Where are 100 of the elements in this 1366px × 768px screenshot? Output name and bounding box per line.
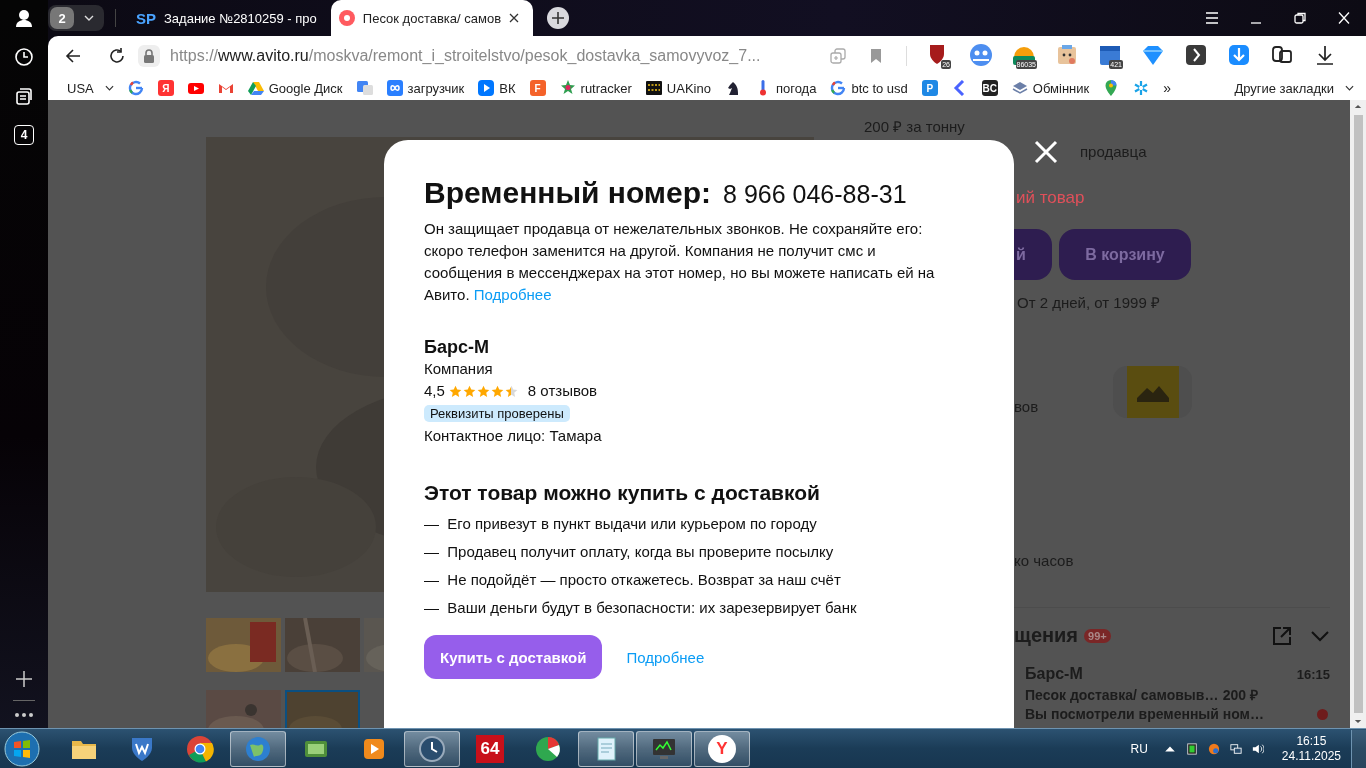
diamond-icon	[1141, 43, 1165, 67]
close-icon[interactable]	[509, 13, 520, 23]
bookmark-link[interactable]: Google Диск	[247, 80, 343, 96]
people-icon	[969, 43, 993, 67]
bookmark-glyph[interactable]: P	[921, 80, 938, 96]
show-desktop-button[interactable]	[1351, 729, 1366, 768]
buy-with-delivery-button[interactable]: Купить с доставкой	[424, 635, 603, 679]
bracket-icon	[1184, 43, 1208, 67]
bookmark-link[interactable]: ВК	[478, 80, 516, 96]
caret-icon	[84, 15, 94, 21]
delivery-benefit: — Ваши деньги будут в безопасности: их зарезервирует банк	[424, 598, 858, 617]
tab-count: 2	[50, 7, 74, 29]
taskbar-button[interactable]	[636, 730, 692, 767]
dialog-title: Временный номер:	[424, 176, 712, 210]
start-button[interactable]	[4, 730, 40, 767]
new-tab-icon[interactable]	[547, 7, 570, 29]
app-tray-icon[interactable]	[1207, 742, 1220, 755]
clock-time[interactable]: 16:15	[1296, 733, 1327, 749]
bookmark-link[interactable]: погода	[754, 80, 817, 96]
bookmark-link[interactable]: btc to usd	[830, 80, 908, 96]
delivery-benefit: — Не подойдёт — просто откажетесь. Возврат за наш счёт	[424, 570, 842, 589]
star-icon	[559, 80, 576, 96]
scroll-down-icon[interactable]	[1354, 719, 1362, 724]
infinity-icon	[386, 80, 403, 96]
menu-icon[interactable]	[1205, 12, 1219, 24]
clock-date[interactable]: 24.11.2025	[1281, 748, 1341, 764]
taskbar-button[interactable]	[578, 730, 634, 767]
language-indicator[interactable]: RU	[1130, 741, 1148, 756]
contact-person: Контактное лицо: Тамара	[424, 426, 603, 446]
phone-number: 8 966 046-88-31	[723, 180, 907, 209]
unit-price: 200 ₽ за тонну	[864, 117, 966, 136]
network-icon[interactable]	[1229, 742, 1242, 755]
delivery-benefit: — Продавец получит оплату, когда вы проверите посылку	[424, 542, 835, 561]
taskbar-button[interactable]: Y	[694, 730, 750, 767]
scrollbar[interactable]	[1350, 100, 1366, 728]
browser-tab[interactable]: Песок доставка/ самов	[330, 0, 534, 36]
caret-icon	[1345, 85, 1354, 91]
tab-counter-button[interactable]: 2	[48, 5, 104, 31]
pie-chart-icon	[534, 734, 562, 763]
rating-value: 4,5	[424, 381, 445, 401]
info-paragraph: Он защищает продавца от нежелательных звонков. Не сохраняйте его: скоро телефон заменится на другой. Компания не получит смс и сообщения в мессенджерах на этот номер, но вы можете написать ей на Авито. Подробнее	[424, 219, 936, 305]
profile-icon[interactable]	[14, 8, 34, 28]
bookmark-folder[interactable]: Другие закладки	[1234, 80, 1354, 96]
calendar-icon	[1098, 43, 1122, 67]
messages-title: щения	[1014, 624, 1079, 647]
asterisk-icon[interactable]	[1133, 80, 1150, 96]
download-icon	[1227, 43, 1251, 67]
caret-icon	[104, 85, 114, 91]
seller-type: Компания	[424, 359, 494, 379]
bookmark-link[interactable]: загрузчик	[386, 80, 465, 96]
video-icon[interactable]	[187, 80, 204, 96]
lock-button[interactable]	[138, 45, 160, 67]
tab-title: Песок доставка/ самов	[362, 10, 502, 26]
address-field[interactable]: https://www.avito.ru/moskva/remont_i_stroitelstvo/pesok_dostavka_samovyvoz_7...	[170, 47, 830, 65]
browser-icon	[186, 734, 214, 763]
restore-icon[interactable]	[1293, 12, 1307, 24]
app-icon: Y	[708, 734, 736, 763]
bookmark-link[interactable]: rutracker	[559, 80, 632, 96]
battery-icon[interactable]	[1185, 742, 1198, 755]
verified-badge: Реквизиты проверены	[424, 405, 570, 422]
layers-icon	[1011, 80, 1028, 96]
chat-price: 200 ₽	[1222, 686, 1258, 704]
tab-title: Задание №2810259 - про	[164, 10, 317, 26]
google-icon	[830, 80, 847, 96]
clock-icon	[418, 734, 446, 763]
delivery-benefit: — Его привезут в пункт выдачи или курьером по городу	[424, 514, 818, 533]
globe-icon	[244, 734, 272, 763]
delivery-title: Этот товар можно купить с доставкой	[424, 481, 821, 505]
bookmark-link[interactable]: UAKino	[645, 80, 711, 96]
volume-icon[interactable]	[1251, 742, 1264, 755]
translate-icon[interactable]	[356, 80, 373, 96]
add-icon[interactable]	[14, 669, 34, 689]
film-icon	[645, 80, 662, 96]
bookmark-glyph[interactable]: BC	[981, 80, 998, 96]
collections-icon[interactable]	[14, 86, 34, 106]
bookmark-folder[interactable]: USA	[67, 80, 114, 96]
bookmark-glyph[interactable]: Я	[157, 80, 174, 96]
count-badge: 99+	[1084, 628, 1111, 643]
site-icon: SP	[136, 9, 156, 27]
box-face-icon	[1055, 43, 1079, 67]
lock-icon	[143, 49, 155, 63]
seller-name: Барс-М	[424, 336, 490, 358]
bookmark-icon[interactable]	[868, 48, 884, 64]
taskbar-button[interactable]: 64	[462, 730, 518, 767]
scroll-up-icon[interactable]	[1354, 104, 1362, 109]
site-icon	[338, 10, 355, 26]
bookmark-link[interactable]: Обмінник	[1011, 80, 1090, 96]
reload-icon[interactable]	[108, 47, 126, 65]
chat-name: Барс-М	[1025, 665, 1083, 683]
clock-icon[interactable]	[14, 47, 34, 67]
reviews-link[interactable]: 8 отзывов	[527, 380, 598, 402]
back-icon[interactable]	[64, 47, 82, 65]
more-icon[interactable]	[14, 712, 34, 718]
drive-icon	[247, 80, 264, 96]
browser-tab[interactable]: SP Задание №2810259 - про	[128, 0, 325, 36]
app-icon: 64	[476, 734, 504, 763]
more-bookmarks-button[interactable]: »	[1163, 80, 1171, 96]
google-icon[interactable]	[127, 80, 144, 96]
external-link-icon[interactable]	[1272, 625, 1292, 646]
tab-count-badge[interactable]: 4	[14, 125, 34, 145]
